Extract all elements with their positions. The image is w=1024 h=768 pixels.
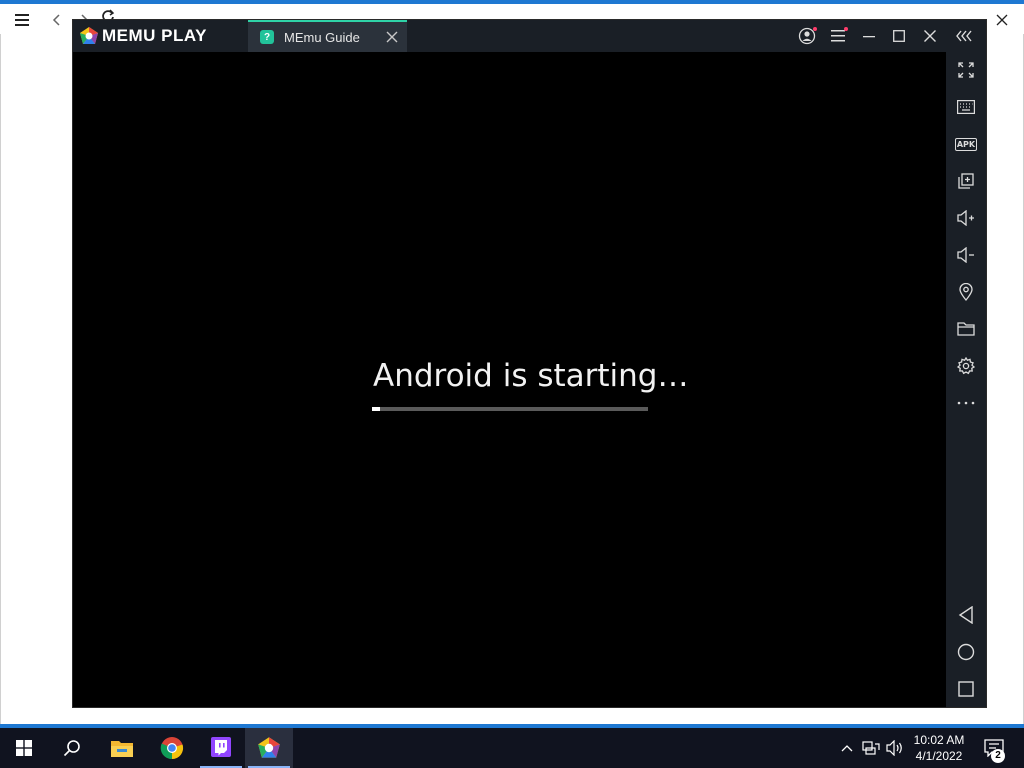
menu-icon[interactable] xyxy=(827,26,849,46)
notification-dot xyxy=(813,27,817,31)
taskbar: 10:02 AM 4/1/2022 xyxy=(0,728,1024,768)
help-icon: ? xyxy=(260,30,274,44)
twitch-icon[interactable] xyxy=(197,728,245,768)
memu-logo-icon xyxy=(80,27,98,44)
notification-dot xyxy=(844,27,848,31)
show-hidden-icons-icon[interactable] xyxy=(838,728,856,768)
multi-instance-icon[interactable] xyxy=(954,169,978,193)
memu-window: MEMU PLAY ? MEmu Guide Android is starti… xyxy=(73,20,986,707)
memu-logo: MEMU PLAY xyxy=(79,26,207,46)
maximize-icon[interactable] xyxy=(888,26,910,46)
android-back-icon[interactable] xyxy=(954,603,978,627)
taskbar-clock[interactable]: 10:02 AM 4/1/2022 xyxy=(905,732,973,766)
android-recents-icon[interactable] xyxy=(954,677,978,701)
folder-icon[interactable] xyxy=(954,317,978,341)
chevron-left-icon[interactable] xyxy=(45,10,69,30)
more-icon[interactable] xyxy=(954,391,978,415)
minimize-icon[interactable] xyxy=(858,26,880,46)
fullscreen-icon[interactable] xyxy=(954,58,978,82)
settings-icon[interactable] xyxy=(954,354,978,378)
volume-up-icon[interactable] xyxy=(954,206,978,230)
apk-label: APK xyxy=(954,137,978,151)
memu-logo-text: MEMU PLAY xyxy=(102,26,207,45)
memu-titlebar[interactable]: MEMU PLAY ? MEmu Guide xyxy=(73,20,986,52)
volume-down-icon[interactable] xyxy=(954,243,978,267)
android-home-icon[interactable] xyxy=(954,640,978,664)
tab-memu-guide[interactable]: ? MEmu Guide xyxy=(248,20,407,52)
location-icon[interactable] xyxy=(954,280,978,304)
boot-progress-fill xyxy=(372,407,381,411)
hamburger-icon[interactable] xyxy=(10,10,34,30)
boot-progress-bar xyxy=(372,407,648,411)
search-icon[interactable] xyxy=(48,728,96,768)
apk-icon[interactable]: APK xyxy=(954,132,978,156)
close-icon[interactable] xyxy=(919,26,941,46)
boot-message: Android is starting… xyxy=(373,358,689,394)
android-screen[interactable]: Android is starting… xyxy=(73,52,946,707)
account-icon[interactable] xyxy=(796,26,818,46)
tab-label: MEmu Guide xyxy=(284,29,360,45)
background-close-icon[interactable] xyxy=(990,10,1014,30)
clock-date: 4/1/2022 xyxy=(915,749,963,763)
chrome-icon[interactable] xyxy=(148,728,196,768)
memu-sidebar: APK xyxy=(946,52,986,707)
start-icon[interactable] xyxy=(0,728,48,768)
window-border xyxy=(0,34,1,724)
clock-time: 10:02 AM xyxy=(913,733,965,747)
tab-close-icon[interactable] xyxy=(385,30,399,44)
notification-count-badge: 2 xyxy=(991,749,1005,763)
keyboard-icon[interactable] xyxy=(954,95,978,119)
file-explorer-icon[interactable] xyxy=(98,728,146,768)
memu-icon[interactable] xyxy=(245,728,293,768)
collapse-sidebar-icon[interactable] xyxy=(954,26,976,46)
network-icon[interactable] xyxy=(860,728,882,768)
volume-icon[interactable] xyxy=(884,728,906,768)
